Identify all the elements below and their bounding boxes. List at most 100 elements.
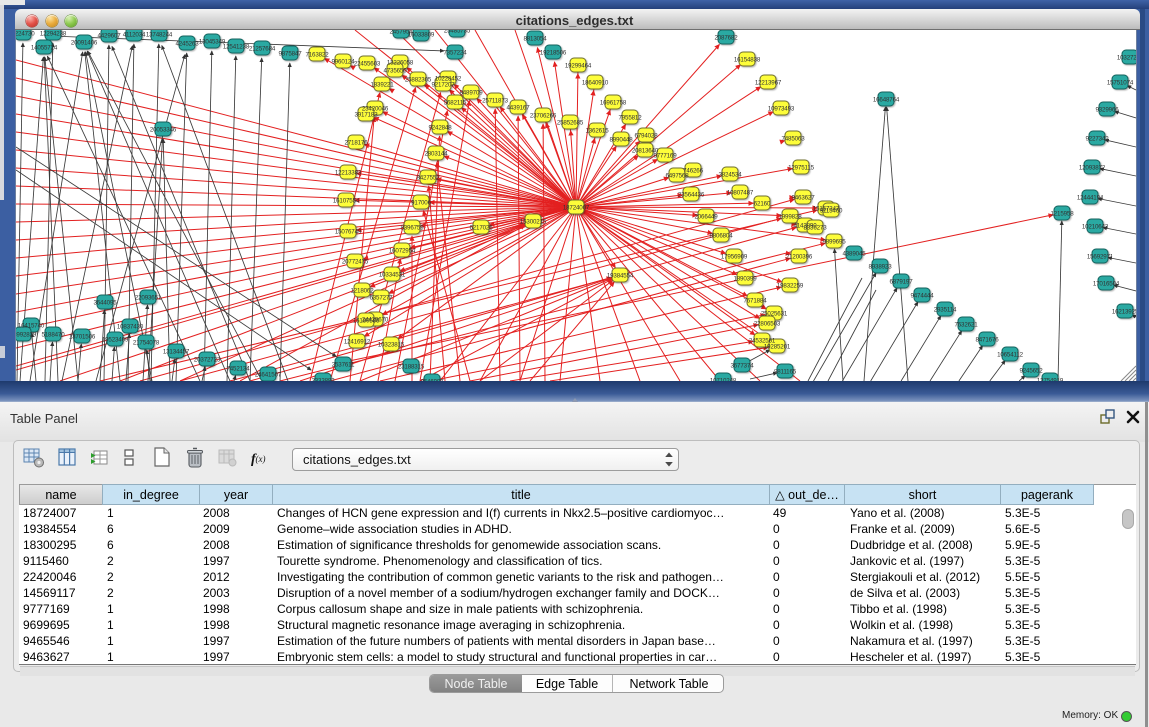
svg-text:19832259: 19832259 bbox=[777, 283, 804, 290]
svg-text:8813054: 8813054 bbox=[523, 36, 547, 43]
svg-text:18724007: 18724007 bbox=[563, 205, 590, 212]
svg-text:23564436: 23564436 bbox=[678, 192, 705, 199]
svg-text:8396759: 8396759 bbox=[400, 225, 424, 232]
svg-text:15180586: 15180586 bbox=[353, 318, 380, 325]
svg-text:25852685: 25852685 bbox=[557, 120, 584, 127]
svg-text:14055724: 14055724 bbox=[31, 45, 58, 52]
svg-text:13701506: 13701506 bbox=[69, 334, 96, 341]
svg-text:12294238: 12294238 bbox=[40, 31, 67, 38]
svg-text:18992829: 18992829 bbox=[16, 332, 37, 339]
svg-text:17956909: 17956909 bbox=[721, 254, 748, 261]
svg-text:10327246: 10327246 bbox=[1117, 55, 1136, 62]
svg-text:23706266: 23706266 bbox=[530, 113, 557, 120]
svg-text:10323815: 10323815 bbox=[378, 342, 405, 349]
svg-text:13226058: 13226058 bbox=[387, 60, 414, 67]
svg-text:12541238: 12541238 bbox=[223, 44, 250, 51]
svg-text:22093651: 22093651 bbox=[135, 295, 162, 302]
svg-text:13748244: 13748244 bbox=[146, 32, 173, 39]
svg-text:19299464: 19299464 bbox=[565, 63, 592, 70]
svg-text:7452134: 7452134 bbox=[226, 366, 250, 373]
svg-text:1999828: 1999828 bbox=[778, 214, 802, 221]
svg-text:8990448: 8990448 bbox=[609, 137, 633, 144]
svg-text:13134457: 13134457 bbox=[163, 349, 190, 356]
svg-text:22455603: 22455603 bbox=[354, 61, 381, 68]
svg-text:15751074: 15751074 bbox=[1107, 80, 1134, 87]
svg-text:19285201: 19285201 bbox=[764, 344, 791, 351]
svg-text:4439167: 4439167 bbox=[506, 105, 530, 112]
svg-text:9115460: 9115460 bbox=[820, 208, 843, 215]
svg-text:8471676: 8471676 bbox=[975, 337, 999, 344]
svg-text:9245652: 9245652 bbox=[1019, 368, 1043, 375]
svg-text:10210643: 10210643 bbox=[1082, 224, 1109, 231]
svg-text:9777169: 9777169 bbox=[653, 153, 677, 160]
svg-text:1215958: 1215958 bbox=[1050, 211, 1074, 218]
svg-text:4389045: 4389045 bbox=[842, 251, 866, 258]
svg-text:4112034: 4112034 bbox=[123, 32, 146, 39]
svg-text:13045349: 13045349 bbox=[199, 39, 226, 46]
svg-text:18640910: 18640910 bbox=[582, 80, 609, 87]
svg-text:4735650: 4735650 bbox=[383, 68, 407, 75]
svg-text:16415740: 16415740 bbox=[18, 323, 45, 330]
svg-text:20053346: 20053346 bbox=[150, 127, 177, 134]
svg-text:8811165: 8811165 bbox=[774, 369, 797, 376]
svg-text:12975115: 12975115 bbox=[788, 165, 815, 172]
svg-text:6794028: 6794028 bbox=[634, 133, 658, 140]
svg-text:10654112: 10654112 bbox=[997, 352, 1024, 359]
svg-text:22806503: 22806503 bbox=[754, 321, 781, 328]
svg-text:21754078: 21754078 bbox=[133, 340, 160, 347]
svg-text:(x): (x) bbox=[256, 454, 266, 464]
svg-text:917006: 917006 bbox=[411, 200, 431, 207]
svg-text:12213383: 12213383 bbox=[335, 170, 362, 177]
svg-text:8427552: 8427552 bbox=[416, 175, 440, 182]
svg-text:20091406: 20091406 bbox=[71, 40, 98, 47]
svg-text:3644095: 3644095 bbox=[93, 300, 117, 307]
svg-text:3917183: 3917183 bbox=[354, 112, 378, 119]
svg-text:12416912: 12416912 bbox=[344, 339, 371, 346]
svg-text:25882305: 25882305 bbox=[405, 77, 432, 84]
svg-text:2935114: 2935114 bbox=[934, 307, 957, 314]
svg-text:19384554: 19384554 bbox=[607, 273, 634, 280]
svg-text:15076749: 15076749 bbox=[335, 229, 362, 236]
svg-text:24641507: 24641507 bbox=[255, 372, 282, 379]
svg-text:10973493: 10973493 bbox=[768, 106, 795, 113]
svg-text:19523409: 19523409 bbox=[102, 337, 129, 344]
svg-text:10334531: 10334531 bbox=[379, 272, 406, 279]
svg-text:23188315: 23188315 bbox=[398, 364, 425, 371]
svg-text:20372723: 20372723 bbox=[194, 357, 221, 364]
svg-text:21257684: 21257684 bbox=[249, 46, 276, 53]
svg-text:6357277: 6357277 bbox=[369, 295, 393, 302]
svg-text:9899695: 9899695 bbox=[822, 239, 846, 246]
svg-text:746266: 746266 bbox=[683, 168, 703, 175]
svg-text:21200396: 21200396 bbox=[786, 254, 813, 261]
svg-text:2066449: 2066449 bbox=[694, 214, 718, 221]
svg-text:1890399: 1890399 bbox=[733, 276, 757, 283]
svg-text:9242848: 9242848 bbox=[428, 125, 452, 132]
svg-text:8224730: 8224730 bbox=[16, 31, 35, 38]
svg-text:25025631: 25025631 bbox=[761, 311, 788, 318]
svg-text:16033809: 16033809 bbox=[408, 32, 435, 39]
svg-text:8646997: 8646997 bbox=[420, 379, 444, 382]
svg-text:6217026: 6217026 bbox=[469, 225, 493, 232]
svg-text:16961758: 16961758 bbox=[600, 100, 627, 107]
svg-text:6879197: 6879197 bbox=[889, 279, 913, 286]
svg-text:7163822: 7163822 bbox=[305, 52, 329, 59]
svg-text:10837430: 10837430 bbox=[117, 324, 144, 331]
svg-text:9875847: 9875847 bbox=[278, 51, 302, 58]
svg-text:12213967: 12213967 bbox=[755, 80, 782, 87]
svg-text:16154838: 16154838 bbox=[734, 57, 761, 64]
svg-text:62160: 62160 bbox=[754, 201, 771, 208]
svg-text:17016504: 17016504 bbox=[1093, 281, 1120, 288]
svg-text:16648764: 16648764 bbox=[873, 97, 900, 104]
svg-text:3677374: 3677374 bbox=[730, 363, 754, 370]
svg-text:3333883: 3333883 bbox=[311, 378, 335, 382]
svg-text:5188470: 5188470 bbox=[41, 332, 65, 339]
svg-text:4429607: 4429607 bbox=[97, 33, 121, 40]
svg-text:10710248: 10710248 bbox=[710, 378, 737, 382]
svg-text:16072954: 16072954 bbox=[389, 248, 416, 255]
svg-text:7357224: 7357224 bbox=[443, 50, 467, 57]
svg-text:9329966: 9329966 bbox=[1095, 107, 1119, 114]
svg-text:2718176: 2718176 bbox=[344, 140, 368, 147]
svg-text:9217207: 9217207 bbox=[431, 82, 455, 89]
svg-text:15300215: 15300215 bbox=[520, 219, 547, 226]
svg-text:12093872: 12093872 bbox=[1079, 165, 1106, 172]
